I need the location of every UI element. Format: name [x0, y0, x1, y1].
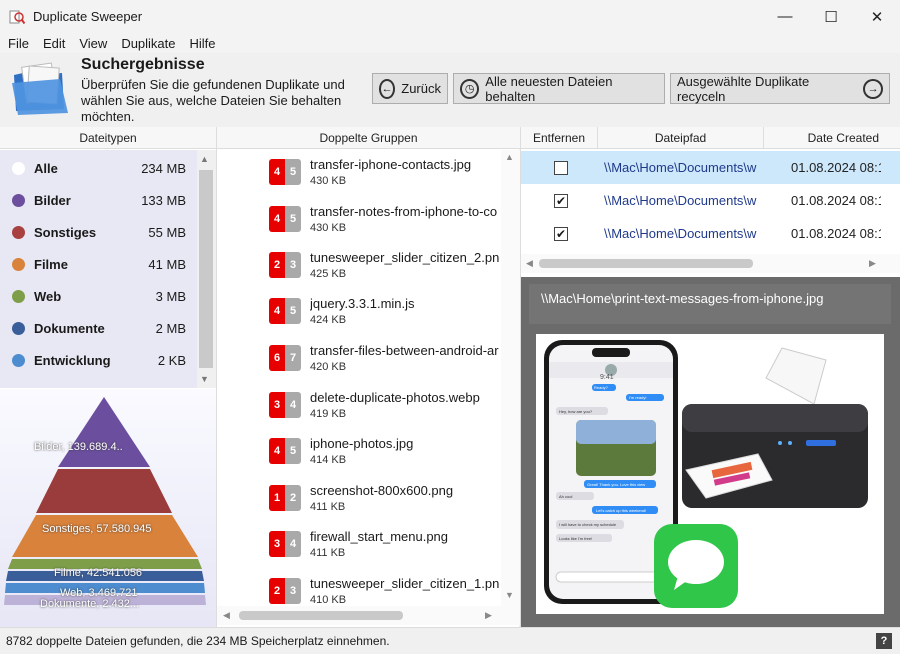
- pyramid-label-dokumente: Dokumente, 2.432...: [40, 598, 140, 610]
- color-dot: [12, 161, 25, 175]
- files-panel: Entfernen Dateipfad Date Created \\Mac\H…: [520, 127, 900, 627]
- file-row[interactable]: ✔ \\Mac\Home\Documents\w 01.08.2024 08:1…: [521, 217, 900, 250]
- remove-checkbox[interactable]: ✔: [554, 226, 568, 241]
- menu-hilfe[interactable]: Hilfe: [190, 36, 216, 51]
- menu-duplikate[interactable]: Duplikate: [121, 36, 175, 51]
- scroll-left-icon[interactable]: ◀: [223, 610, 230, 621]
- color-dot: [12, 257, 25, 271]
- page-description: Überprüfen Sie die gefundenen Duplikate …: [81, 77, 345, 124]
- preview-image: 9:41 Ready? I'm ready! Hey, how are you?…: [536, 334, 884, 614]
- menu-file[interactable]: File: [8, 36, 29, 51]
- color-dot: [12, 321, 25, 335]
- col-date[interactable]: Date Created: [764, 127, 900, 149]
- groups-vscrollbar[interactable]: ▲ ▼: [501, 150, 520, 606]
- color-dot: [12, 225, 25, 239]
- menu-view[interactable]: View: [79, 36, 107, 51]
- arrow-right-icon: →: [863, 78, 883, 99]
- preview-message: Great! Thank you. Love this view: [587, 482, 646, 487]
- filetype-row-web[interactable]: Web 3 MB: [0, 280, 197, 312]
- scroll-right-icon[interactable]: ▶: [485, 610, 492, 621]
- filetypes-list: Alle 234 MB Bilder 133 MB Sonstiges 55 M…: [0, 150, 197, 388]
- group-row[interactable]: 4 5 transfer-notes-from-iphone-to-co 430…: [217, 203, 502, 249]
- files-hscrollbar[interactable]: ◀ ▶: [521, 254, 900, 273]
- group-row[interactable]: 4 5 transfer-iphone-contacts.jpg 430 KB: [217, 156, 502, 202]
- preview-message: Hey, how are you?: [559, 409, 593, 414]
- remove-checkbox[interactable]: [554, 160, 568, 175]
- groups-header: Doppelte Gruppen: [217, 127, 520, 149]
- scroll-thumb[interactable]: [539, 259, 753, 268]
- group-row[interactable]: 2 3 tunesweeper_slider_citizen_2.png 425…: [217, 249, 502, 295]
- scroll-down-icon[interactable]: ▼: [200, 374, 209, 384]
- group-row[interactable]: 3 4 delete-duplicate-photos.webp 419 KB: [217, 389, 502, 435]
- filetype-row-sonstiges[interactable]: Sonstiges 55 MB: [0, 216, 197, 248]
- color-dot: [12, 289, 25, 303]
- color-dot: [12, 193, 25, 207]
- recycle-button[interactable]: Ausgewählte Duplikate recyceln →: [670, 73, 890, 104]
- status-text: 8782 doppelte Dateien gefunden, die 234 …: [6, 634, 390, 648]
- scroll-up-icon[interactable]: ▲: [505, 152, 514, 162]
- scroll-thumb[interactable]: [239, 611, 403, 620]
- filetypes-scrollbar[interactable]: ▲ ▼: [197, 150, 216, 388]
- groups-panel: Doppelte Gruppen 4 5 transfer-iphone-con…: [216, 127, 520, 627]
- status-bar: 8782 doppelte Dateien gefunden, die 234 …: [0, 627, 900, 654]
- preview-message: Ah cool: [559, 494, 573, 499]
- pyramid-label-bilder: Bilder, 139.689.4..: [34, 441, 123, 453]
- maximize-icon[interactable]: ☐: [808, 0, 854, 33]
- group-row[interactable]: 1 2 screenshot-800x600.png 411 KB: [217, 482, 502, 528]
- arrow-left-icon: ←: [379, 78, 396, 99]
- close-icon[interactable]: ✕: [854, 0, 900, 33]
- filetype-row-dokumente[interactable]: Dokumente 2 MB: [0, 312, 197, 344]
- col-path[interactable]: Dateipfad: [598, 127, 764, 149]
- window-controls: — ☐ ✕: [762, 0, 900, 33]
- menu-bar: File Edit View Duplikate Hilfe: [0, 33, 900, 53]
- filetype-row-bilder[interactable]: Bilder 133 MB: [0, 184, 197, 216]
- file-row[interactable]: ✔ \\Mac\Home\Documents\w 01.08.2024 08:1…: [521, 184, 900, 217]
- scroll-left-icon[interactable]: ◀: [526, 258, 533, 269]
- page-title: Suchergebnisse: [81, 56, 205, 73]
- results-header: Suchergebnisse Überprüfen Sie die gefund…: [0, 53, 900, 126]
- clock-icon: ◷: [460, 78, 480, 99]
- preview-phone-time: 9:41: [600, 374, 614, 381]
- scroll-right-icon[interactable]: ▶: [869, 258, 876, 269]
- col-remove[interactable]: Entfernen: [521, 127, 598, 149]
- color-dot: [12, 353, 25, 367]
- preview-message: I'm ready!: [629, 395, 647, 400]
- group-row[interactable]: 3 4 firewall_start_menu.png 411 KB: [217, 528, 502, 574]
- group-row[interactable]: 6 7 transfer-files-between-android-ar 42…: [217, 342, 502, 388]
- scroll-up-icon[interactable]: ▲: [200, 154, 209, 164]
- scroll-down-icon[interactable]: ▼: [505, 590, 514, 600]
- preview-message: Let's catch up this weekend!: [596, 508, 647, 513]
- menu-edit[interactable]: Edit: [43, 36, 65, 51]
- preview-message: Looks like I'm free!: [559, 536, 593, 541]
- pyramid-label-filme: Filme, 42.541.056: [54, 567, 143, 579]
- filetypes-header: Dateitypen: [0, 127, 216, 149]
- keep-newest-button[interactable]: ◷ Alle neuesten Dateien behalten: [453, 73, 665, 104]
- filetype-row-alle[interactable]: Alle 234 MB: [0, 152, 197, 184]
- folder-icon: [10, 59, 70, 117]
- groups-hscrollbar[interactable]: ◀ ▶: [217, 606, 520, 625]
- window-title: Duplicate Sweeper: [33, 9, 143, 24]
- remove-checkbox[interactable]: ✔: [554, 193, 568, 208]
- size-pyramid-chart: Bilder, 139.689.4.. Sonstiges, 57.580.94…: [0, 389, 216, 627]
- group-row[interactable]: 4 5 jquery.3.3.1.min.js 424 KB: [217, 295, 502, 341]
- scroll-thumb[interactable]: [199, 170, 213, 368]
- preview-message: Ready?: [594, 385, 608, 390]
- preview-path: \\Mac\Home\print-text-messages-from-ipho…: [529, 284, 891, 324]
- pyramid-label-sonstiges: Sonstiges, 57.580.945: [42, 523, 152, 535]
- help-icon[interactable]: ?: [876, 633, 892, 649]
- preview-pane: \\Mac\Home\print-text-messages-from-ipho…: [521, 277, 900, 627]
- preview-message: I will have to check my schedule: [559, 522, 617, 527]
- minimize-icon[interactable]: —: [762, 0, 808, 33]
- app-icon: [9, 9, 26, 25]
- title-bar: Duplicate Sweeper — ☐ ✕: [0, 0, 900, 33]
- file-row[interactable]: \\Mac\Home\Documents\w 01.08.2024 08:12: [521, 151, 900, 184]
- filetype-row-filme[interactable]: Filme 41 MB: [0, 248, 197, 280]
- filetype-row-entwicklung[interactable]: Entwicklung 2 KB: [0, 344, 197, 376]
- group-row[interactable]: 4 5 iphone-photos.jpg 414 KB: [217, 435, 502, 481]
- filetypes-panel: Dateitypen Alle 234 MB Bilder 133 MB Son…: [0, 127, 216, 627]
- back-button[interactable]: ← Zurück: [372, 73, 448, 104]
